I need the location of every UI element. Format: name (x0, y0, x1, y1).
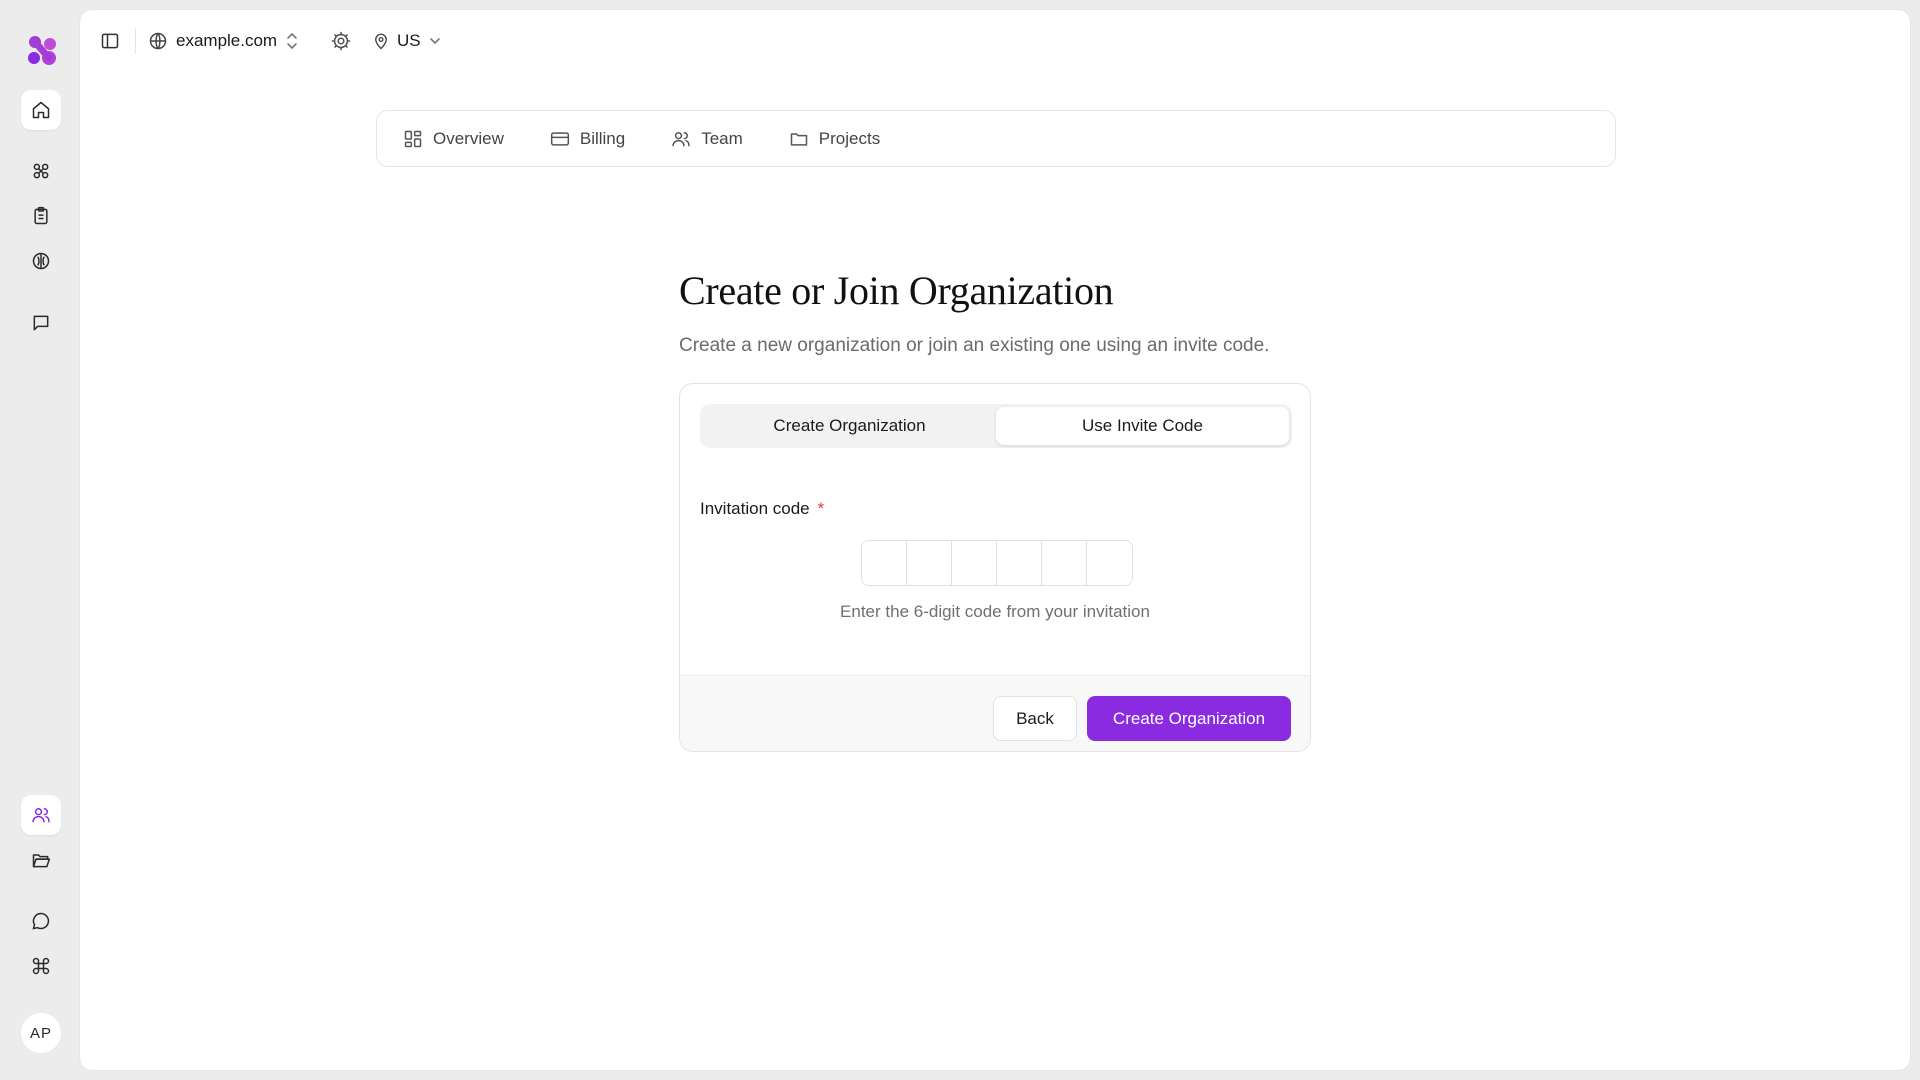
globe-icon (149, 32, 167, 50)
domain-label: example.com (176, 31, 278, 50)
message-square-icon (33, 315, 49, 331)
code-digit-5[interactable] (1042, 541, 1087, 585)
left-rail: AP (0, 0, 80, 1080)
map-pin-icon (375, 33, 387, 50)
chevrons-up-down-icon (287, 32, 297, 50)
invitation-code-label: Invitation code * (700, 499, 824, 519)
page-title: Create or Join Organization (679, 268, 1114, 313)
org-card: Create Organization Use Invite Code Invi… (679, 383, 1311, 752)
credit-card-icon (550, 131, 569, 146)
invitation-code-input (861, 540, 1133, 586)
topbar-divider (135, 28, 136, 54)
folder-icon (790, 132, 808, 146)
tab-overview[interactable]: Overview (403, 129, 504, 149)
tab-team[interactable]: Team (671, 129, 743, 149)
home-icon (32, 101, 50, 119)
chevron-down-icon (429, 38, 440, 45)
create-organization-button[interactable]: Create Organization (1087, 696, 1291, 741)
rail-globe[interactable] (21, 241, 61, 281)
users-icon (32, 808, 50, 823)
required-mark: * (817, 499, 825, 518)
segment-create-organization[interactable]: Create Organization (703, 407, 996, 445)
region-label: US (397, 31, 421, 50)
tab-billing[interactable]: Billing (550, 129, 625, 149)
rail-messages[interactable] (21, 303, 61, 343)
avatar[interactable]: AP (21, 1013, 61, 1053)
rail-clipboard[interactable] (21, 196, 61, 236)
rail-chat[interactable] (21, 901, 61, 941)
code-hint: Enter the 6-digit code from your invitat… (840, 602, 1150, 621)
mode-segmented-control: Create Organization Use Invite Code (700, 404, 1292, 448)
rail-folder[interactable] (21, 840, 61, 880)
gear-icon[interactable] (330, 30, 352, 52)
code-digit-1[interactable] (862, 541, 907, 585)
network-icon (33, 163, 49, 179)
layout-grid-icon (404, 130, 422, 147)
message-circle-icon (32, 912, 50, 930)
globe-brain-icon (32, 252, 50, 270)
code-digit-6[interactable] (1087, 541, 1132, 585)
main-panel: example.com US Overview Billing Team Pro… (80, 10, 1910, 1070)
clipboard-icon (34, 206, 48, 225)
region-selector[interactable]: US (372, 28, 442, 54)
tab-label: Team (701, 128, 743, 148)
folder-open-icon (32, 854, 51, 868)
rail-users[interactable] (21, 795, 61, 835)
domain-selector[interactable]: example.com (148, 28, 299, 54)
rail-network[interactable] (21, 151, 61, 191)
rail-home[interactable] (21, 90, 61, 130)
command-icon (32, 957, 50, 975)
code-digit-3[interactable] (952, 541, 997, 585)
rail-command[interactable] (21, 946, 61, 986)
card-footer: Back Create Organization (680, 675, 1310, 751)
tab-label: Projects (818, 128, 881, 148)
back-button[interactable]: Back (993, 696, 1077, 741)
field-label-text: Invitation code (700, 499, 810, 518)
tab-label: Overview (433, 128, 504, 148)
nav-tabs: Overview Billing Team Projects (376, 110, 1616, 167)
code-digit-4[interactable] (997, 541, 1042, 585)
users-icon (672, 131, 690, 146)
tab-projects[interactable]: Projects (789, 129, 880, 149)
logo-icon[interactable] (24, 32, 60, 68)
tab-label: Billing (579, 128, 626, 148)
page-subtitle: Create a new organization or join an exi… (679, 335, 1270, 356)
code-digit-2[interactable] (907, 541, 952, 585)
sidebar-toggle-icon[interactable] (100, 31, 120, 51)
segment-use-invite-code[interactable]: Use Invite Code (996, 407, 1289, 445)
top-bar: example.com US (80, 10, 1910, 72)
